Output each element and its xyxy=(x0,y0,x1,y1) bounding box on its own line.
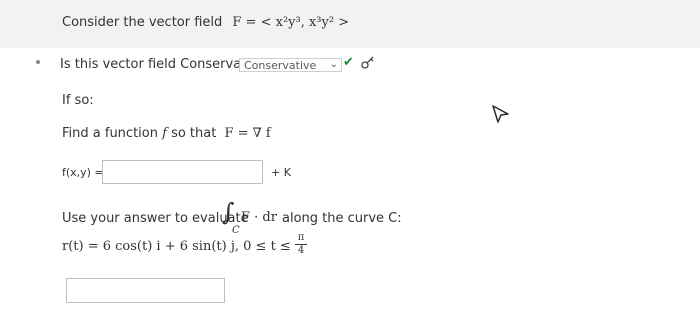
integral-answer-input[interactable] xyxy=(66,278,225,303)
question-intro: Consider the vector field F = < x²y³, x³… xyxy=(62,15,350,30)
vector-field-formula: F = < x²y³, x³y² > xyxy=(232,15,350,30)
integral-sign: ∫ xyxy=(222,198,235,226)
checkmark-icon: ✔ xyxy=(343,55,354,70)
conservative-select[interactable]: Conservative ⌄ xyxy=(239,58,342,72)
find-function-prompt: Find a function f so that F = ∇ f xyxy=(62,126,271,141)
along-curve-text: along the curve C: xyxy=(282,211,402,226)
f-input[interactable] xyxy=(102,160,263,184)
select-value: Conservative xyxy=(244,59,317,72)
fraction-denominator: 4 xyxy=(295,244,307,256)
integral-subscript: C xyxy=(232,225,240,236)
integrand: F · dr xyxy=(241,210,277,225)
if-so-label: If so: xyxy=(62,93,94,108)
key-icon[interactable] xyxy=(360,54,376,70)
bullet-icon xyxy=(36,60,40,64)
fraction-pi-over-4: π 4 xyxy=(295,232,307,256)
evaluate-prompt: Use your answer to evaluate xyxy=(62,211,249,226)
f-label: f(x,y) = xyxy=(62,166,104,179)
curve-definition: r(t) = 6 cos(t) i + 6 sin(t) j, 0 ≤ t ≤ xyxy=(62,239,291,254)
gradient-relation: F = ∇ f xyxy=(224,126,271,141)
chevron-down-icon: ⌄ xyxy=(329,59,338,70)
fraction-numerator: π xyxy=(297,232,305,243)
constant-k: + K xyxy=(271,166,291,179)
mouse-cursor-icon xyxy=(492,105,509,123)
